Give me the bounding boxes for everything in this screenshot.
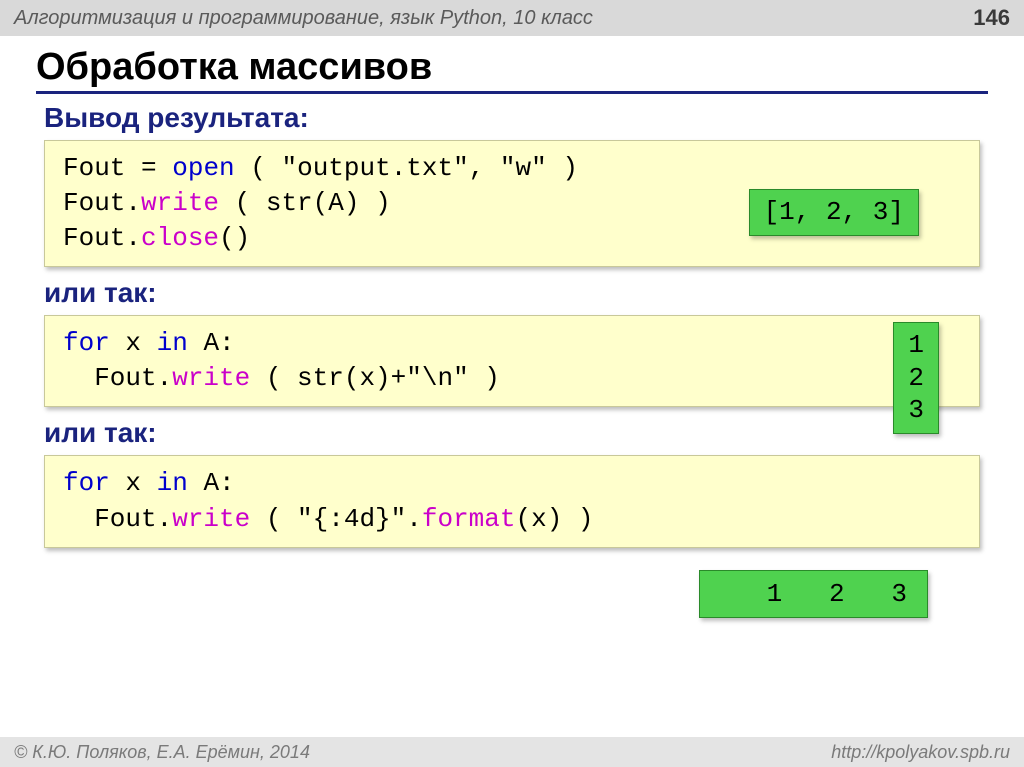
content: Обработка массивов Вывод результата: Fou…: [0, 36, 1024, 618]
course-title: Алгоритмизация и программирование, язык …: [14, 7, 593, 30]
code-block-3: for x in A: Fout.write ( "{:4d}".format(…: [44, 455, 980, 547]
code-block-1: Fout = open ( "output.txt", "w" ) Fout.w…: [44, 140, 980, 267]
title-rule: [36, 91, 988, 94]
footer-url: http://kpolyakov.spb.ru: [831, 742, 1010, 763]
section-heading-3: или так:: [44, 417, 988, 449]
footer-bar: © К.Ю. Поляков, Е.А. Ерёмин, 2014 http:/…: [0, 737, 1024, 767]
code-block-2: for x in A: Fout.write ( str(x)+"\n" )1 …: [44, 315, 980, 407]
output-badge-2: 1 2 3: [893, 322, 939, 434]
copyright: © К.Ю. Поляков, Е.А. Ерёмин, 2014: [14, 742, 310, 763]
section-heading-2: или так:: [44, 277, 988, 309]
header-bar: Алгоритмизация и программирование, язык …: [0, 0, 1024, 36]
page-number: 146: [973, 5, 1010, 31]
section-heading-1: Вывод результата:: [44, 102, 988, 134]
page-title: Обработка массивов: [36, 46, 988, 89]
output-badge-3: 1 2 3: [699, 570, 928, 618]
output-badge-1: [1, 2, 3]: [749, 189, 919, 236]
